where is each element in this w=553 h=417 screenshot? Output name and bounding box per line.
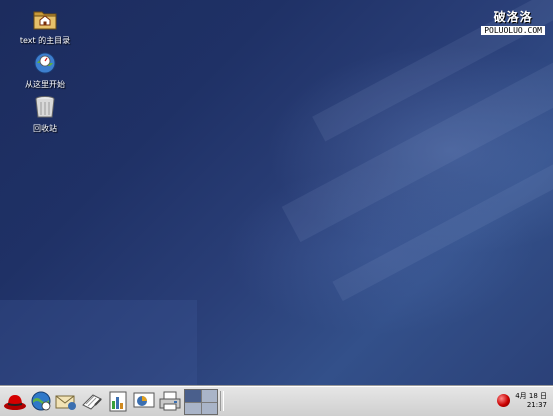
home-folder-icon xyxy=(33,11,57,30)
desktop[interactable]: 破洛洛 POLUOLUO.COM text 的主目录 从这里开始 回收站 xyxy=(0,0,553,386)
clock-date: 4月 18 日 xyxy=(515,392,547,400)
main-menu-button[interactable] xyxy=(3,389,27,413)
desktop-icon-home[interactable]: text 的主目录 xyxy=(10,6,80,46)
spreadsheet-icon xyxy=(109,391,127,412)
writer-icon xyxy=(82,394,102,410)
watermark: 破洛洛 POLUOLUO.COM xyxy=(481,8,545,35)
email-launcher[interactable] xyxy=(54,389,78,413)
email-icon xyxy=(55,395,76,410)
workspace-4[interactable] xyxy=(201,402,217,414)
taskbar-separator xyxy=(220,391,224,411)
desktop-selection-ghost xyxy=(0,300,197,386)
redhat-menu-icon xyxy=(4,395,26,410)
watermark-title: 破洛洛 xyxy=(493,10,533,24)
writer-launcher[interactable] xyxy=(80,389,104,413)
workspace-switcher[interactable] xyxy=(184,389,218,415)
presentation-icon xyxy=(133,392,155,408)
desktop-icon-trash[interactable]: 回收站 xyxy=(10,94,80,134)
watermark-url: POLUOLUO.COM xyxy=(481,26,545,35)
web-browser-launcher[interactable] xyxy=(29,389,53,413)
trash-icon xyxy=(35,96,55,118)
taskbar: 4月 18 日 21:37 xyxy=(0,386,553,416)
printer-icon xyxy=(159,391,181,411)
desktop-icon-start-here[interactable]: 从这里开始 xyxy=(10,50,80,90)
desktop-icon-start-here-label: 从这里开始 xyxy=(25,80,65,89)
clock[interactable]: 4月 18 日 21:37 xyxy=(515,392,547,410)
workspace-3[interactable] xyxy=(185,402,201,414)
update-notifier-icon[interactable] xyxy=(497,394,510,407)
desktop-icon-home-label: text 的主目录 xyxy=(19,36,71,45)
workspace-2[interactable] xyxy=(201,390,217,402)
desktop-icon-trash-label: 回收站 xyxy=(33,124,57,133)
workspace-1[interactable] xyxy=(185,390,201,402)
presentation-launcher[interactable] xyxy=(132,389,156,413)
start-here-icon xyxy=(34,52,56,74)
printer-launcher[interactable] xyxy=(158,389,182,413)
spreadsheet-launcher[interactable] xyxy=(106,389,130,413)
web-browser-icon xyxy=(31,391,51,411)
clock-time: 21:37 xyxy=(526,401,547,409)
